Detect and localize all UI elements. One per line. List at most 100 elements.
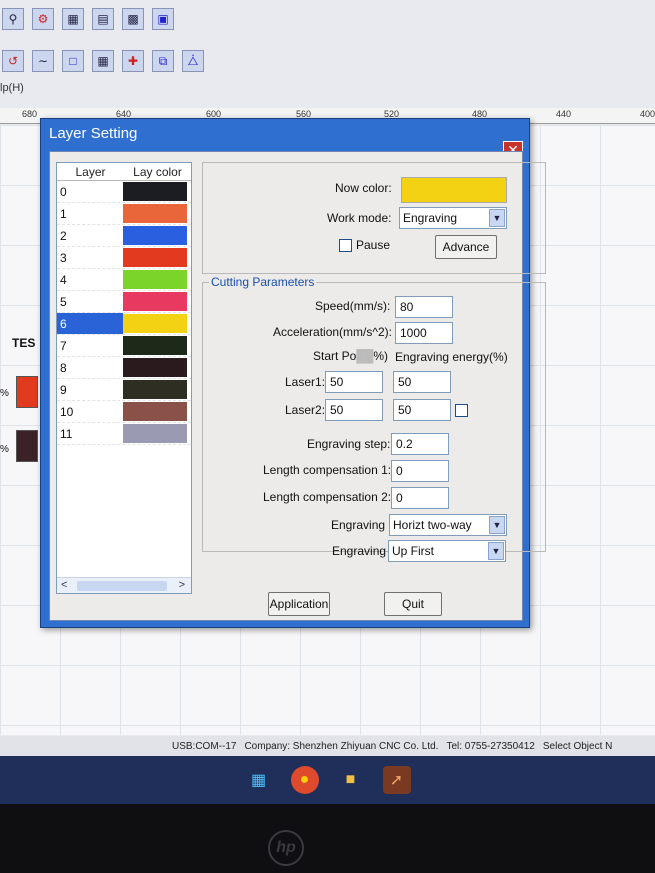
layer-row[interactable]: 7: [57, 335, 191, 357]
engraving-energy-label: Engraving energy(%): [395, 350, 508, 364]
status-bar: USB:COM--17 Company: Shenzhen Zhiyuan CN…: [0, 736, 655, 756]
rectangle-icon[interactable]: □: [62, 50, 84, 72]
layer-row[interactable]: 2: [57, 225, 191, 247]
chevron-down-icon[interactable]: ▼: [489, 209, 505, 227]
layer-setting-dialog: Layer Setting ✕ Layer Lay color 01234567…: [40, 118, 546, 628]
layer-color-swatch[interactable]: [123, 380, 187, 399]
column-header-color: Lay color: [133, 165, 182, 179]
help-menu[interactable]: lp(H): [0, 82, 24, 94]
scroll-thumb[interactable]: [77, 581, 167, 591]
length-compensation-2-input[interactable]: 0: [391, 487, 449, 509]
layer-color-swatch[interactable]: [123, 270, 187, 289]
folder-icon[interactable]: ■: [337, 766, 365, 794]
layer-row[interactable]: 4: [57, 269, 191, 291]
laser2-energy-input[interactable]: 50: [393, 399, 451, 421]
work-mode-select[interactable]: Engraving ▼: [399, 207, 507, 229]
device-icon[interactable]: ▣: [152, 8, 174, 30]
layer-row[interactable]: 1: [57, 203, 191, 225]
engraving-direction-select[interactable]: Horizt two-way ▼: [389, 514, 507, 536]
layer-number: 9: [60, 383, 67, 397]
layer-color-swatch[interactable]: [123, 292, 187, 311]
grid-icon[interactable]: ▦: [62, 8, 84, 30]
now-color-swatch[interactable]: [401, 177, 507, 203]
layer-number: 11: [60, 427, 73, 441]
center-icon[interactable]: ✚: [122, 50, 144, 72]
layer-row[interactable]: 8: [57, 357, 191, 379]
chevron-down-icon[interactable]: ▼: [489, 516, 505, 534]
search-icon[interactable]: ⚲: [2, 8, 24, 30]
cutting-parameters-legend: Cutting Parameters: [209, 275, 317, 289]
laser1-power-input[interactable]: 50: [325, 371, 383, 393]
laser-app-icon[interactable]: ➚: [382, 766, 411, 794]
side-panel-label: TES: [12, 336, 36, 350]
layer-row[interactable]: 3: [57, 247, 191, 269]
undo-icon[interactable]: ↺: [2, 50, 24, 72]
layer-row[interactable]: 9: [57, 379, 191, 401]
table-icon[interactable]: ▤: [92, 8, 114, 30]
taskbar: ▦ ● ■ ➚: [0, 756, 655, 804]
pause-checkbox[interactable]: [339, 239, 352, 252]
layer-number: 0: [60, 185, 67, 199]
scroll-right-icon[interactable]: >: [179, 579, 185, 591]
engraving-direction-label: Engraving: [331, 518, 386, 532]
engraving-step-input[interactable]: 0.2: [391, 433, 449, 455]
laser2-enable-checkbox[interactable]: [455, 404, 468, 417]
chart-icon[interactable]: ▩: [122, 8, 144, 30]
curve-icon[interactable]: ∼: [32, 50, 54, 72]
speed-label: Speed(mm/s):: [315, 299, 391, 313]
color-swatch-dark[interactable]: [16, 430, 38, 462]
layer-row[interactable]: 5: [57, 291, 191, 313]
status-tel: Tel: 0755-27350412: [446, 740, 535, 752]
color-swatch-red[interactable]: [16, 376, 38, 408]
layer-color-swatch[interactable]: [123, 182, 187, 201]
layer-color-swatch[interactable]: [123, 226, 187, 245]
scroll-left-icon[interactable]: <: [61, 579, 67, 591]
ruler-label: 440: [556, 109, 572, 119]
laser2-label: Laser2:: [285, 403, 326, 417]
layer-color-swatch[interactable]: [123, 248, 187, 267]
chevron-down-icon[interactable]: ▼: [488, 542, 504, 560]
acceleration-input[interactable]: 1000: [395, 322, 453, 344]
engraving-order-select[interactable]: Up First ▼: [388, 540, 506, 562]
engraving-order-label: Engraving: [332, 544, 387, 558]
length-compensation-1-label: Length compensation 1:: [263, 463, 392, 477]
speed-input[interactable]: 80: [395, 296, 453, 318]
group-icon[interactable]: ⧉: [152, 50, 174, 72]
layer-color-swatch[interactable]: [123, 402, 187, 421]
layer-row[interactable]: 6: [57, 313, 191, 335]
engraving-step-label: Engraving step:: [307, 437, 391, 451]
layer-row[interactable]: 11: [57, 423, 191, 445]
laser2-power-input[interactable]: 50: [325, 399, 383, 421]
layer-color-swatch[interactable]: [123, 358, 187, 377]
windows-start-icon[interactable]: ▦: [245, 766, 273, 794]
layer-color-swatch[interactable]: [123, 204, 187, 223]
layer-number: 6: [57, 313, 123, 334]
layer-list-header: Layer Lay color: [57, 163, 191, 181]
layer-list[interactable]: Layer Lay color 0 1 2 3 4 5 6 7 8 9 10 11 < >: [56, 162, 192, 594]
align-icon[interactable]: ▦: [92, 50, 114, 72]
ruler-label: 400: [640, 109, 655, 119]
layer-mode-group: Now color: Work mode: Engraving ▼ Pause …: [202, 162, 546, 274]
chrome-icon[interactable]: ●: [290, 766, 319, 794]
laser1-energy-input[interactable]: 50: [393, 371, 451, 393]
ruler-label: 680: [22, 109, 38, 119]
engraving-order-value: Up First: [392, 544, 434, 558]
layer-row[interactable]: 0: [57, 181, 191, 203]
gear-icon[interactable]: ⚙: [32, 8, 54, 30]
length-compensation-2-label: Length compensation 2:: [263, 490, 392, 504]
horizontal-scrollbar[interactable]: < >: [57, 577, 191, 593]
application-button[interactable]: Application: [268, 592, 330, 616]
layer-number: 2: [60, 229, 67, 243]
layer-number: 3: [60, 251, 67, 265]
layer-color-swatch[interactable]: [123, 336, 187, 355]
layer-color-swatch[interactable]: [123, 424, 187, 443]
length-compensation-1-input[interactable]: 0: [391, 460, 449, 482]
now-color-label: Now color:: [335, 181, 392, 195]
layer-rows: 0 1 2 3 4 5 6 7 8 9 10 11: [57, 181, 191, 445]
pause-label: Pause: [356, 238, 391, 252]
quit-button[interactable]: Quit: [384, 592, 442, 616]
ungroup-icon[interactable]: ⧊: [182, 50, 204, 72]
layer-row[interactable]: 10: [57, 401, 191, 423]
layer-color-swatch[interactable]: [123, 314, 187, 333]
advance-button[interactable]: Advance: [435, 235, 497, 259]
